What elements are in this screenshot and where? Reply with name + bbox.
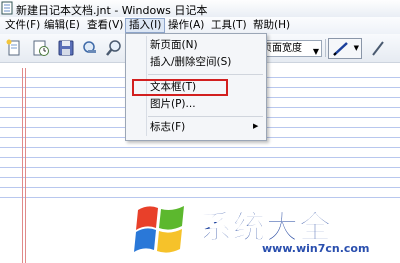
pen-icon [333, 42, 348, 56]
clock-icon[interactable] [31, 38, 51, 58]
menu-file[interactable]: 文件(F) [2, 18, 43, 33]
menu-item-insert-remove-space[interactable]: 插入/删除空间(S) [150, 54, 231, 70]
menu-edit[interactable]: 编辑(E) [41, 18, 83, 33]
watermark-url: www.win7cn.com [262, 242, 370, 255]
zoom-select[interactable]: 页面宽度 ▼ [258, 40, 322, 57]
insert-menu-dropdown: 新页面(N) 插入/删除空间(S) 文本框(T) 图片(P)... 标志(F) … [125, 33, 267, 141]
menu-tools[interactable]: 工具(T) [208, 18, 250, 33]
zoom-select-value: 页面宽度 [262, 43, 302, 54]
chevron-down-icon: ▼ [312, 47, 319, 56]
highlighter-icon[interactable] [368, 38, 388, 58]
save-icon[interactable] [56, 38, 76, 58]
submenu-arrow-icon: ▶ [253, 122, 259, 130]
margin-line [22, 68, 23, 263]
search-icon[interactable] [104, 38, 124, 58]
new-page-icon[interactable] [4, 38, 24, 58]
menu-item-flag[interactable]: 标志(F) [150, 119, 185, 135]
menu-separator [148, 74, 263, 75]
zoom-icon[interactable] [80, 38, 100, 58]
journal-app-icon [1, 1, 13, 15]
toolbar-separator [325, 39, 326, 57]
menu-help[interactable]: 帮助(H) [250, 18, 293, 33]
window-title: 新建日记本文档.jnt - Windows 日记本 [16, 4, 208, 17]
site-watermark: 系统大全 www.win7cn.com [130, 196, 400, 263]
chevron-down-icon[interactable]: ▼ [354, 44, 359, 52]
windows-logo-icon [134, 206, 184, 253]
menu-insert[interactable]: 插入(I) [125, 18, 166, 33]
pen-tool-button[interactable]: ▼ [328, 38, 362, 59]
menu-item-new-page[interactable]: 新页面(N) [150, 37, 198, 53]
menu-separator [148, 116, 263, 117]
menu-actions[interactable]: 操作(A) [165, 18, 207, 33]
menu-view[interactable]: 查看(V) [84, 18, 126, 33]
text-box-highlight-frame [132, 79, 228, 96]
margin-line [25, 68, 26, 263]
menu-item-picture[interactable]: 图片(P)... [150, 96, 196, 112]
title-bar: 新建日记本文档.jnt - Windows 日记本 [0, 0, 400, 18]
